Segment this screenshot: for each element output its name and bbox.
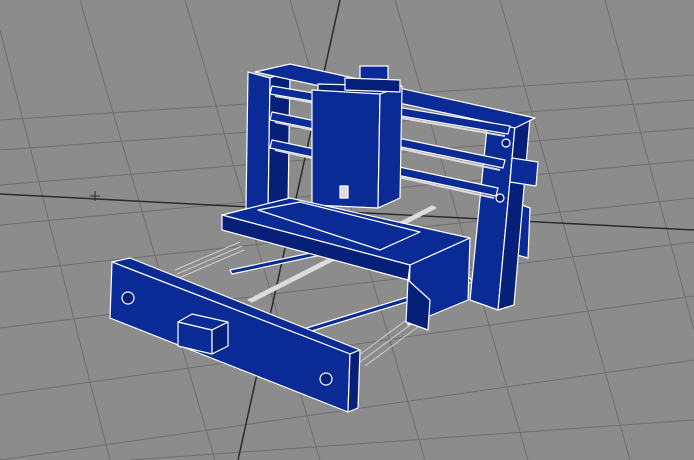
- right-motor-block: [509, 157, 539, 187]
- spindle-motor-cap: [344, 77, 401, 93]
- cnc-model[interactable]: [109, 63, 539, 413]
- right-motor-screw: [501, 138, 511, 148]
- front-plate-left-hole: [121, 291, 135, 305]
- front-plate-right-hole: [319, 372, 333, 386]
- right-motor-screw-2: [495, 193, 505, 203]
- gantry-left-column: [245, 71, 271, 216]
- spindle-tool: [339, 185, 349, 199]
- 3d-viewport[interactable]: [0, 0, 694, 460]
- spindle-carriage-side: [377, 85, 403, 209]
- front-end-plate-side: [347, 349, 361, 413]
